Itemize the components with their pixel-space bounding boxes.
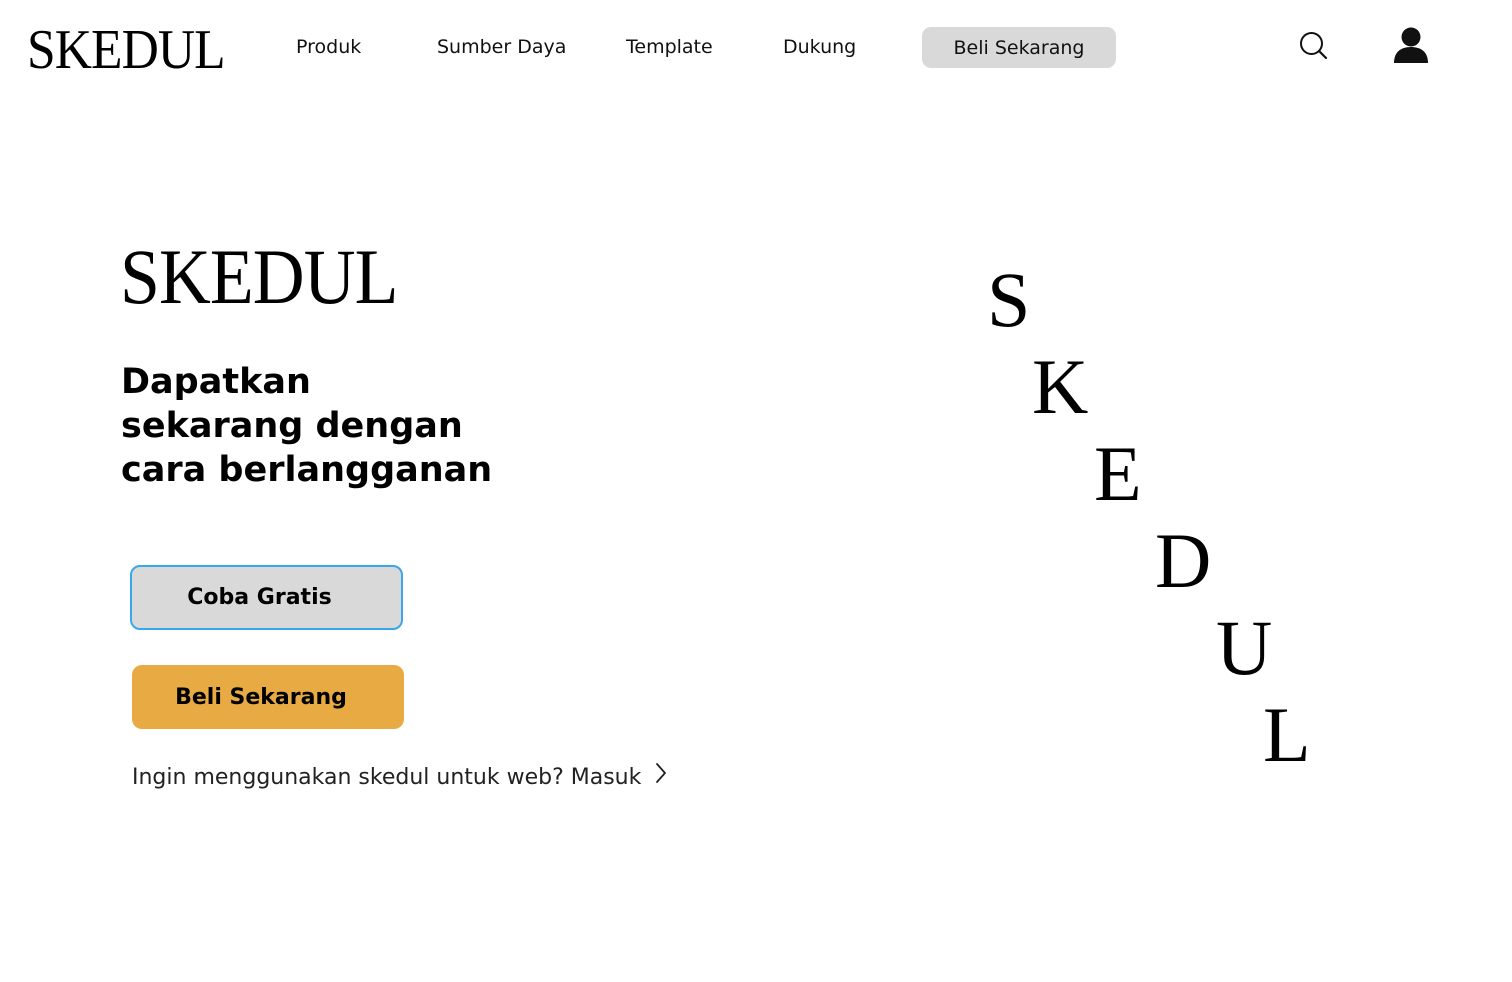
hero-headline: Dapatkan sekarang dengan cara berlanggan… <box>121 360 541 492</box>
cascade-letter-s: S <box>987 256 1031 343</box>
nav-item-produk[interactable]: Produk <box>296 33 361 61</box>
buy-now-button[interactable]: Beli Sekarang <box>132 665 404 729</box>
nav-buy-now-button[interactable]: Beli Sekarang <box>922 27 1116 68</box>
cascade-letter-k: K <box>1032 343 1089 430</box>
nav-item-template[interactable]: Template <box>626 33 713 61</box>
free-trial-button[interactable]: Coba Gratis <box>130 565 403 630</box>
hero-headline-line-1: Dapatkan <box>121 362 311 402</box>
brand-logo[interactable]: SKEDUL <box>27 22 226 78</box>
hero-headline-line-3: cara berlangganan <box>121 450 493 490</box>
hero-logo: SKEDUL <box>120 233 398 320</box>
nav-item-dukung[interactable]: Dukung <box>783 33 856 61</box>
buy-now-label: Beli Sekarang <box>175 684 347 710</box>
chevron-right-icon <box>655 762 667 794</box>
web-login-link-text: Ingin menggunakan skedul untuk web? Masu… <box>132 765 642 790</box>
nav-item-sumber-daya[interactable]: Sumber Daya <box>437 33 566 61</box>
nav-buy-now-label: Beli Sekarang <box>953 36 1085 59</box>
cascade-letter-l: L <box>1263 691 1311 778</box>
cascade-letter-d: D <box>1155 517 1212 604</box>
free-trial-label: Coba Gratis <box>187 585 332 610</box>
cascade-letter-u: U <box>1216 604 1273 691</box>
web-login-link[interactable]: Ingin menggunakan skedul untuk web? Masu… <box>132 762 667 794</box>
user-icon[interactable] <box>1392 26 1430 64</box>
hero-headline-line-2: sekarang dengan <box>121 406 463 446</box>
page: SKEDUL Produk Sumber Daya Template Dukun… <box>0 0 1512 982</box>
search-icon[interactable] <box>1298 30 1330 62</box>
cascade-letter-e: E <box>1094 430 1142 517</box>
